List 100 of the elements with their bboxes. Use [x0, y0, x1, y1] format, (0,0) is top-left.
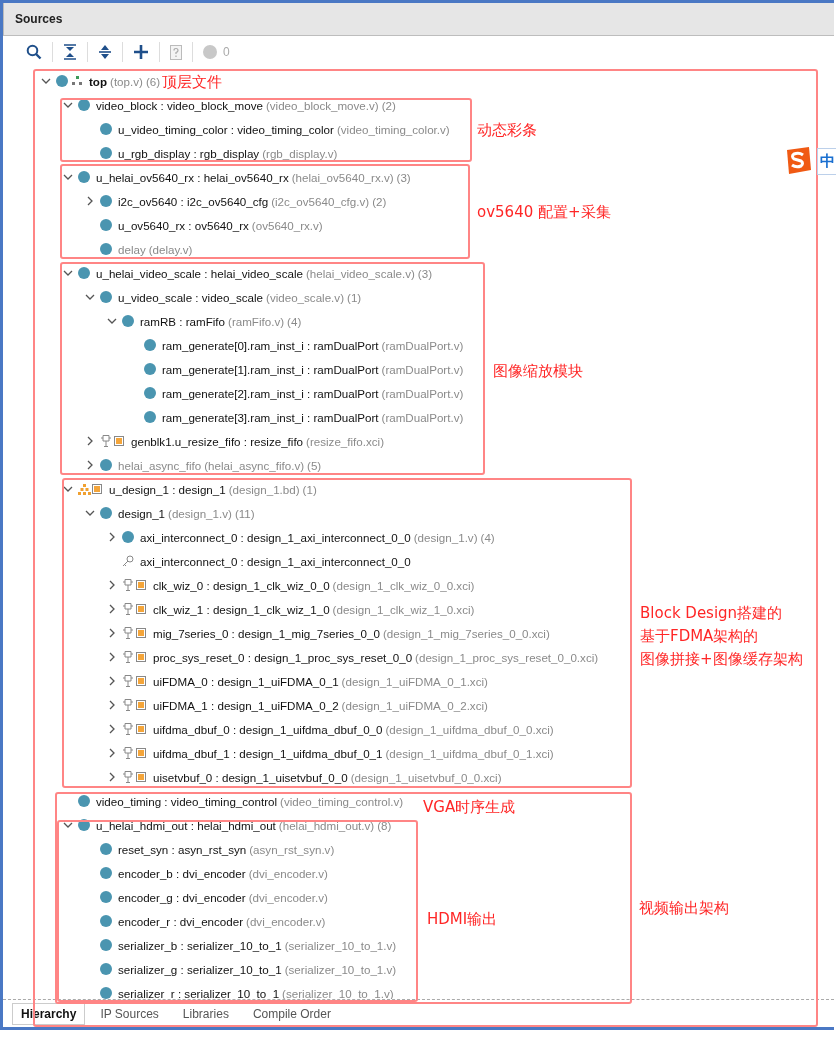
module-icon [100, 123, 112, 135]
file-name: (serializer_10_to_1.v) [284, 938, 397, 952]
node-label[interactable]: serializer_g : serializer_10_to_1 [118, 962, 282, 976]
node-label[interactable]: mig_7series_0 : design_1_mig_7series_0_0 [153, 626, 380, 640]
file-name: (helai_hdmi_out.v) [278, 818, 375, 832]
file-name: (design_1_clk_wiz_1_0.xci) [332, 602, 475, 616]
node-label[interactable]: encoder_b : dvi_encoder [118, 866, 246, 880]
node-label[interactable]: reset_syn : asyn_rst_syn [118, 842, 247, 856]
collapse-all-icon[interactable] [63, 44, 77, 60]
ime-mode[interactable]: 中 [817, 147, 836, 175]
node-label[interactable]: encoder_g : dvi_encoder [118, 890, 246, 904]
module-icon [100, 987, 112, 999]
chevron-icon[interactable] [63, 172, 73, 182]
node-label[interactable]: uifdma_dbuf_0 : design_1_uifdma_dbuf_0_0 [153, 722, 383, 736]
node-label[interactable]: uisetvbuf_0 : design_1_uisetvbuf_0_0 [153, 770, 348, 784]
tab[interactable]: Libraries [173, 1002, 238, 1025]
chevron-icon[interactable] [85, 292, 95, 302]
child-count: (4) [480, 530, 495, 544]
chevron-icon[interactable] [107, 748, 117, 758]
node-label[interactable]: ramRB : ramFifo [140, 314, 226, 328]
panel-title: Sources [15, 12, 63, 26]
chevron-icon[interactable] [63, 268, 73, 278]
status-icon [203, 45, 217, 59]
chevron-icon[interactable] [107, 724, 117, 734]
file-name: (design_1.v) [413, 530, 478, 544]
annotation-label: Block Design搭建的 基于FDMA架构的 图像拼接+图像缓存架构 [640, 603, 803, 670]
chevron-icon[interactable] [107, 316, 117, 326]
chevron-icon[interactable] [107, 580, 117, 590]
chevron-icon[interactable] [107, 772, 117, 782]
node-label[interactable]: u_ov5640_rx : ov5640_rx [118, 218, 249, 232]
chevron-icon[interactable] [85, 508, 95, 518]
chevron-icon[interactable] [107, 676, 117, 686]
node-label[interactable]: encoder_r : dvi_encoder [118, 914, 244, 928]
chevron-icon[interactable] [85, 436, 95, 446]
chevron-icon[interactable] [107, 532, 117, 542]
child-count: (6) [145, 74, 161, 88]
file-name: (ramDualPort.v) [381, 410, 464, 424]
ip-core-icon [122, 651, 147, 663]
child-count: (4) [287, 314, 302, 328]
module-icon [56, 75, 68, 87]
ime-toolbar[interactable]: 中 [783, 146, 836, 176]
file-name: (resize_fifo.xci) [306, 434, 385, 448]
file-name: (dvi_encoder.v) [246, 914, 326, 928]
file-name: (design_1_uifdma_dbuf_0_0.xci) [385, 722, 554, 736]
node-label[interactable]: u_design_1 : design_1 [109, 482, 226, 496]
node-label[interactable]: u_video_timing_color : video_timing_color [118, 122, 334, 136]
chevron-icon[interactable] [107, 652, 117, 662]
node-label[interactable]: u_rgb_display : rgb_display [118, 146, 260, 160]
node-label[interactable]: serializer_b : serializer_10_to_1 [118, 938, 282, 952]
chevron-icon[interactable] [107, 700, 117, 710]
node-label[interactable]: genblk1.u_resize_fifo : resize_fifo [131, 434, 304, 448]
node-label[interactable]: u_helai_video_scale : helai_video_scale [96, 266, 303, 280]
file-name: (asyn_rst_syn.v) [249, 842, 335, 856]
node-label[interactable]: design_1 [118, 506, 166, 520]
node-label[interactable]: uifdma_dbuf_1 : design_1_uifdma_dbuf_0_1 [153, 746, 383, 760]
file-name: (design_1_uifdma_dbuf_0_1.xci) [385, 746, 554, 760]
child-count: (2) [372, 194, 387, 208]
add-icon[interactable] [133, 44, 149, 60]
chevron-icon[interactable] [85, 196, 95, 206]
module-icon [100, 867, 112, 879]
error-count: 0 [223, 45, 230, 59]
ip-core-icon [122, 723, 147, 735]
module-icon [100, 891, 112, 903]
module-icon [100, 963, 112, 975]
chevron-icon[interactable] [63, 820, 73, 830]
node-label[interactable]: ram_generate[0].ram_inst_i : ramDualPort [162, 338, 379, 352]
node-label[interactable]: proc_sys_reset_0 : design_1_proc_sys_reset_0_0 [153, 650, 413, 664]
child-count: (2) [381, 98, 396, 112]
node-label[interactable]: clk_wiz_0 : design_1_clk_wiz_0_0 [153, 578, 330, 592]
file-name: (ramFifo.v) [228, 314, 285, 328]
node-label[interactable]: uiFDMA_1 : design_1_uiFDMA_0_2 [153, 698, 339, 712]
tab[interactable]: Compile Order [243, 1002, 340, 1025]
node-label[interactable]: video_timing : video_timing_control [96, 794, 278, 808]
file-name: (ramDualPort.v) [381, 386, 464, 400]
file-name: (ov5640_rx.v) [251, 218, 323, 232]
node-label[interactable]: axi_interconnect_0 : design_1_axi_interconnect_0_0 [140, 554, 411, 568]
node-label[interactable]: ram_generate[3].ram_inst_i : ramDualPort [162, 410, 379, 424]
tab[interactable]: IP Sources [91, 1002, 168, 1025]
chevron-icon[interactable] [41, 76, 51, 86]
chevron-icon[interactable] [63, 100, 73, 110]
child-count: (5) [307, 458, 322, 472]
ip-core-icon [122, 675, 147, 687]
file-name: (design_1.bd) [228, 482, 300, 496]
node-label[interactable]: axi_interconnect_0 : design_1_axi_interconnect_0_0 [140, 530, 411, 544]
node-label[interactable]: u_video_scale : video_scale [118, 290, 264, 304]
chevron-icon[interactable] [63, 484, 73, 494]
node-label[interactable]: u_helai_hdmi_out : helai_hdmi_out [96, 818, 276, 832]
node-label[interactable]: ram_generate[2].ram_inst_i : ramDualPort [162, 386, 379, 400]
node-label[interactable]: uiFDMA_0 : design_1_uiFDMA_0_1 [153, 674, 339, 688]
node-label[interactable]: video_block : video_block_move [96, 98, 263, 112]
node-label[interactable]: clk_wiz_1 : design_1_clk_wiz_1_0 [153, 602, 330, 616]
node-label[interactable]: top [89, 74, 108, 88]
chevron-icon[interactable] [107, 628, 117, 638]
tab[interactable]: Hierarchy [12, 1002, 86, 1025]
node-label[interactable]: i2c_ov5640 : i2c_ov5640_cfg [118, 194, 269, 208]
expand-all-icon[interactable] [98, 44, 112, 60]
node-label[interactable]: u_helai_ov5640_rx : helai_ov5640_rx [96, 170, 289, 184]
search-icon[interactable] [26, 44, 42, 60]
chevron-icon[interactable] [107, 604, 117, 614]
node-label[interactable]: ram_generate[1].ram_inst_i : ramDualPort [162, 362, 379, 376]
